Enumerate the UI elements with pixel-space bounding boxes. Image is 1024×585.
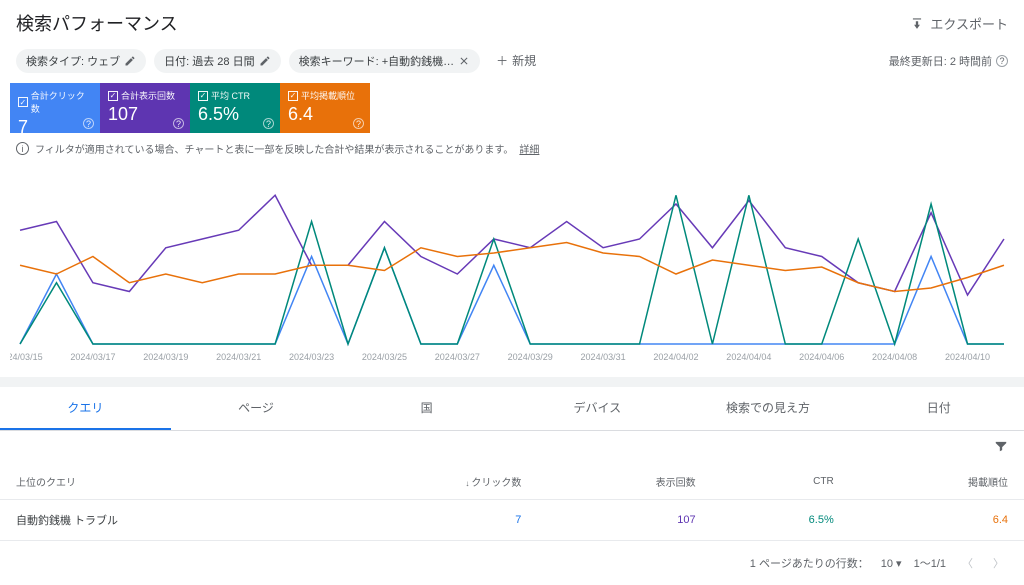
help-icon[interactable]: ? [83,118,94,129]
filter-query[interactable]: 検索キーワード: +自動釣銭機… [289,49,481,73]
metric-ctr[interactable]: ✓平均 CTR 6.5% ? [190,83,280,133]
data-table: 上位のクエリ ↓クリック数 表示回数 CTR 掲載順位 自動釣銭機 トラブル 7… [0,464,1024,541]
x-axis-label: 2024/04/04 [726,352,771,362]
page-range: 1～1/1 [914,555,946,571]
notice-text: フィルタが適用されている場合、チャートと表に一部を反映した合計や結果が表示される… [35,141,513,156]
filter-search-type[interactable]: 検索タイプ: ウェブ [16,49,146,73]
table-filter-icon[interactable] [994,439,1008,456]
x-axis-label: 2024/03/15 [10,352,43,362]
pencil-icon [124,55,136,67]
help-icon[interactable]: ? [996,55,1008,67]
x-axis-label: 2024/03/25 [362,352,407,362]
tab-1[interactable]: ページ [171,387,342,430]
chart-line-position [20,243,1004,292]
chip-label: 検索キーワード: +自動釣銭機… [299,53,455,69]
export-label: エクスポート [930,14,1008,33]
per-page-select[interactable]: 10 ▾ [881,557,902,570]
col-query[interactable]: 上位のクエリ [0,464,324,500]
metric-impressions[interactable]: ✓合計表示回数 107 ? [100,83,190,133]
x-axis-label: 2024/04/10 [945,352,990,362]
export-button[interactable]: エクスポート [910,14,1008,33]
x-axis-label: 2024/03/17 [70,352,115,362]
metric-label: 合計表示回数 [121,89,175,102]
metric-label: 平均掲載順位 [301,89,355,102]
info-icon: i [16,142,29,155]
metric-value: 7 [18,117,92,138]
filter-notice: i フィルタが適用されている場合、チャートと表に一部を反映した合計や結果が表示さ… [0,133,1024,164]
cell-position: 6.4 [850,500,1024,541]
metric-value: 6.5% [198,104,272,125]
col-position[interactable]: 掲載順位 [850,464,1024,500]
metric-clicks[interactable]: ✓合計クリック数 7 ? [10,83,100,133]
download-icon [910,16,924,30]
checkbox-icon: ✓ [18,97,28,107]
checkbox-icon: ✓ [288,91,298,101]
x-axis-label: 2024/03/21 [216,352,261,362]
help-icon[interactable]: ? [353,118,364,129]
new-label: 新規 [512,52,536,69]
filter-date-range[interactable]: 日付: 過去 28 日間 [154,49,280,73]
metric-label: 平均 CTR [211,89,250,102]
chart-line-ctr [20,195,1004,344]
cell-ctr: 6.5% [712,500,850,541]
cell-clicks: 7 [324,500,537,541]
chart-line-clicks [20,248,1004,344]
plus-icon: ＋ [496,52,508,69]
prev-page-button[interactable]: 〈 [958,551,977,575]
per-page-label: 1 ページあたりの行数： [750,555,869,571]
metric-position[interactable]: ✓平均掲載順位 6.4 ? [280,83,370,133]
col-impressions[interactable]: 表示回数 [537,464,711,500]
x-axis-label: 2024/04/06 [799,352,844,362]
next-page-button[interactable]: 〉 [989,551,1008,575]
sort-desc-icon: ↓ [465,479,469,488]
checkbox-icon: ✓ [108,91,118,101]
help-icon[interactable]: ? [173,118,184,129]
x-axis-label: 2024/03/19 [143,352,188,362]
table-row[interactable]: 自動釣銭機 トラブル 7 107 6.5% 6.4 [0,500,1024,541]
pagination: 1 ページあたりの行数： 10 ▾ 1～1/1 〈 〉 [0,541,1024,585]
x-axis-label: 2024/03/29 [508,352,553,362]
last-updated: 最終更新日: 2 時間前 ? [889,53,1008,69]
notice-link[interactable]: 詳細 [519,141,539,156]
tab-5[interactable]: 日付 [853,387,1024,430]
x-axis-label: 2024/03/27 [435,352,480,362]
pencil-icon [259,55,271,67]
metric-label: 合計クリック数 [31,89,92,115]
x-axis-label: 2024/04/02 [653,352,698,362]
add-filter-button[interactable]: ＋ 新規 [488,48,544,73]
x-axis-label: 2024/03/23 [289,352,334,362]
x-axis-label: 2024/04/08 [872,352,917,362]
tab-0[interactable]: クエリ [0,387,171,430]
x-axis-label: 2024/03/31 [581,352,626,362]
cell-impressions: 107 [537,500,711,541]
metric-value: 6.4 [288,104,362,125]
chip-label: 検索タイプ: ウェブ [26,53,120,69]
chip-label: 日付: 過去 28 日間 [164,53,254,69]
metric-value: 107 [108,104,182,125]
close-icon[interactable] [458,55,470,67]
separator [0,377,1024,387]
help-icon[interactable]: ? [263,118,274,129]
performance-chart: 2024/03/15 2024/03/17 2024/03/19 2024/03/21… [0,164,1024,377]
tab-2[interactable]: 国 [341,387,512,430]
col-ctr[interactable]: CTR [712,464,850,500]
checkbox-icon: ✓ [198,91,208,101]
tab-3[interactable]: デバイス [512,387,683,430]
cell-query: 自動釣銭機 トラブル [0,500,324,541]
col-clicks[interactable]: ↓クリック数 [324,464,537,500]
tab-4[interactable]: 検索での見え方 [683,387,854,430]
page-title: 検索パフォーマンス [16,10,178,36]
